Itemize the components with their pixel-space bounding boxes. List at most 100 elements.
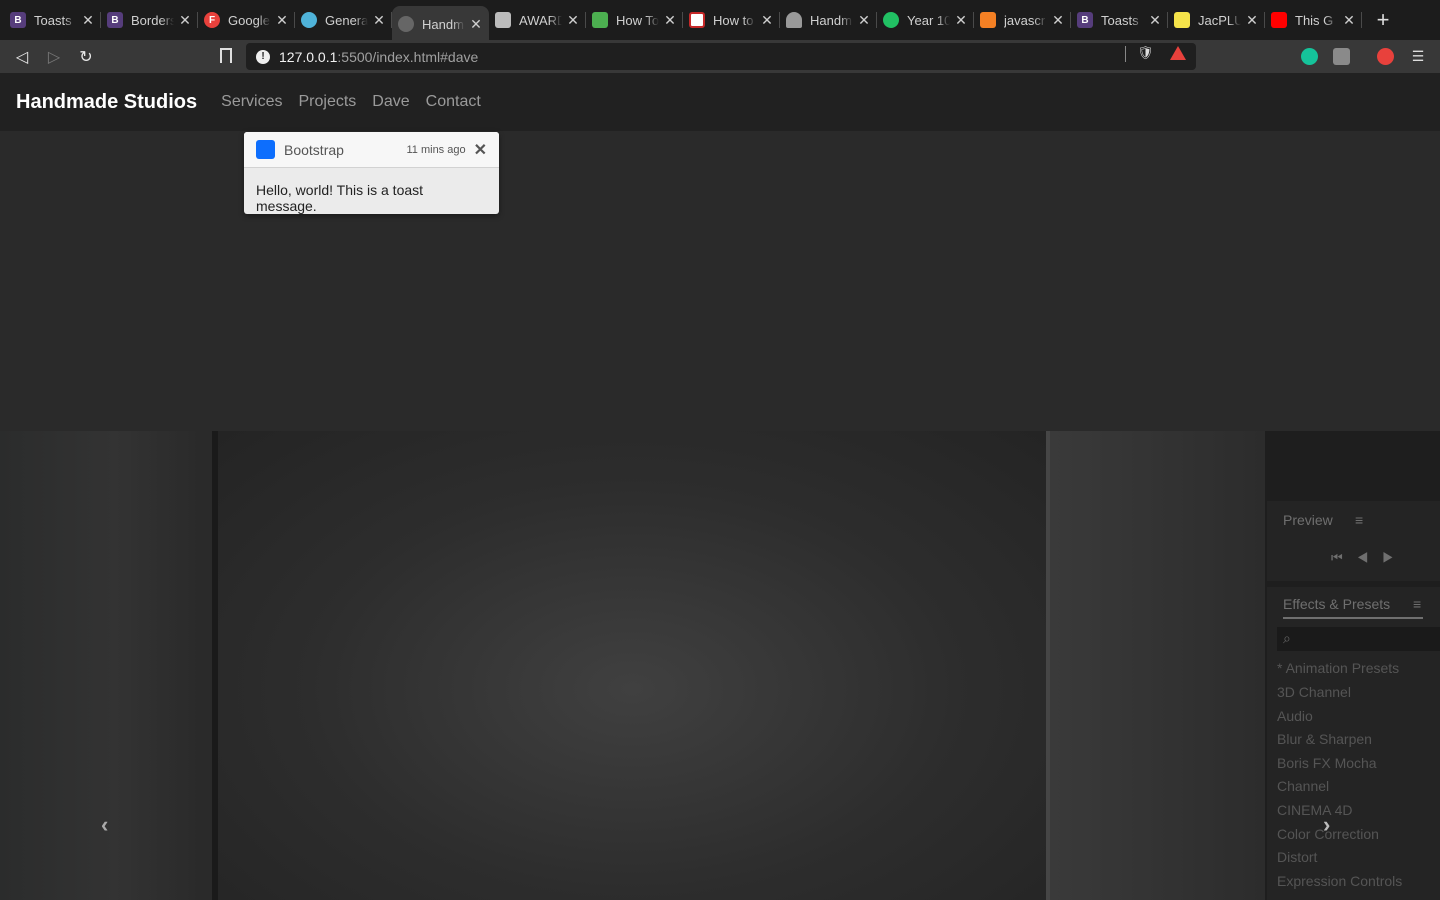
- nav-link-dave[interactable]: Dave: [372, 93, 409, 111]
- background-wall: [1050, 431, 1265, 900]
- carousel-prev-button[interactable]: ‹: [101, 812, 117, 837]
- tab-title: AWARD: [519, 12, 562, 28]
- browser-toolbar: ◁ ▷ ↻ ! 127.0.0.1:5500/index.html#dave 🛡…: [0, 40, 1440, 73]
- close-tab-icon[interactable]: ✕: [1342, 12, 1356, 29]
- close-tab-icon[interactable]: ✕: [1245, 12, 1259, 29]
- tab-title: Borders: [131, 12, 174, 28]
- new-tab-button[interactable]: +: [1368, 5, 1398, 35]
- browser-tab[interactable]: How to ✕: [683, 0, 780, 40]
- site-info-icon[interactable]: !: [256, 49, 270, 64]
- close-tab-icon[interactable]: ✕: [81, 12, 95, 29]
- browser-tab[interactable]: B Toasts ✕: [1071, 0, 1168, 40]
- url-host: 127.0.0.1: [279, 48, 338, 65]
- tab-favicon: [592, 12, 608, 28]
- effects-title: Effects & Presets: [1283, 596, 1423, 619]
- close-tab-icon[interactable]: ✕: [178, 12, 192, 29]
- browser-tab[interactable]: Year 10 ✕: [877, 0, 974, 40]
- extension-icon[interactable]: [1333, 48, 1350, 65]
- reload-icon[interactable]: ↻: [70, 41, 102, 73]
- close-tab-icon[interactable]: ✕: [566, 12, 580, 29]
- carousel-next-button[interactable]: ›: [1323, 812, 1339, 837]
- tab-favicon: [1174, 12, 1190, 28]
- tab-favicon: [1271, 12, 1287, 28]
- effects-list-item: * Animation Presets: [1277, 660, 1400, 676]
- tab-title: How To: [616, 12, 659, 28]
- tab-favicon: B: [107, 12, 123, 28]
- close-tab-icon[interactable]: ✕: [1051, 12, 1065, 29]
- browser-tab[interactable]: B Toasts ✕: [4, 0, 101, 40]
- search-icon: ⌕: [1283, 630, 1291, 646]
- close-tab-icon[interactable]: ✕: [469, 16, 483, 33]
- toast-time: 11 mins ago: [406, 143, 466, 156]
- menu-icon[interactable]: ☰: [1411, 48, 1425, 65]
- tab-favicon: [883, 12, 899, 28]
- tab-title: Toasts: [34, 12, 72, 28]
- brave-rewards-icon[interactable]: [1170, 46, 1186, 60]
- nav-link-contact[interactable]: Contact: [426, 93, 481, 111]
- tab-title: JacPLU: [1198, 12, 1241, 28]
- bookmark-icon[interactable]: [220, 48, 232, 63]
- close-tab-icon[interactable]: ✕: [275, 12, 289, 29]
- browser-tab[interactable]: How To ✕: [586, 0, 683, 40]
- tab-favicon: [980, 12, 996, 28]
- toast-body: Hello, world! This is a toast message.: [256, 182, 424, 214]
- brave-shield-icon[interactable]: 🛡: [1137, 45, 1154, 62]
- tab-favicon: F: [204, 12, 220, 28]
- browser-tab[interactable]: Handm ✕: [780, 0, 877, 40]
- effects-list-item: Audio: [1277, 708, 1313, 724]
- profile-avatar[interactable]: [1377, 48, 1394, 65]
- browser-tab[interactable]: AWARD ✕: [489, 0, 586, 40]
- close-tab-icon[interactable]: ✕: [857, 12, 871, 29]
- tab-title: Genera: [325, 12, 368, 28]
- tab-favicon: [495, 12, 511, 28]
- url-path: :5500/index.html#dave: [337, 48, 479, 65]
- panel-menu-icon: ≡: [1413, 596, 1422, 612]
- close-tab-icon[interactable]: ✕: [760, 12, 774, 29]
- browser-tab[interactable]: javascr ✕: [974, 0, 1071, 40]
- forward-icon[interactable]: ▷: [38, 41, 70, 73]
- playback-controls-icon: ⏮◀▶: [1331, 550, 1408, 565]
- browser-tab[interactable]: Genera ✕: [295, 0, 392, 40]
- toast-square-icon: [256, 140, 275, 159]
- panel-menu-icon: ≡: [1355, 512, 1364, 528]
- tab-favicon: [689, 12, 705, 28]
- browser-tab[interactable]: JacPLU ✕: [1168, 0, 1265, 40]
- browser-tab[interactable]: B Borders ✕: [101, 0, 198, 40]
- tab-title: This G: [1295, 12, 1334, 28]
- tab-title: Handm: [810, 12, 852, 28]
- browser-tab-active[interactable]: Handm ✕: [392, 6, 489, 42]
- close-tab-icon[interactable]: ✕: [954, 12, 968, 29]
- tab-title: Handm: [422, 16, 464, 32]
- address-bar[interactable]: ! 127.0.0.1:5500/index.html#dave: [246, 43, 1196, 70]
- effects-list-item: CINEMA 4D: [1277, 802, 1353, 818]
- toast-title: Bootstrap: [284, 141, 344, 158]
- effects-presets-panel: Effects & Presets ≡ ⌕ * Animation Preset…: [1267, 587, 1440, 900]
- close-tab-icon[interactable]: ✕: [1148, 12, 1162, 29]
- effects-panel-image: Preview ≡ ⏮◀▶ Effects & Presets ≡ ⌕ * An…: [1265, 431, 1440, 900]
- site-navbar: Handmade Studios Services Projects Dave …: [0, 73, 1440, 131]
- nav-link-services[interactable]: Services: [221, 93, 282, 111]
- back-icon[interactable]: ◁: [6, 41, 38, 73]
- tab-title: Year 10: [907, 12, 950, 28]
- tab-title: Google: [228, 12, 270, 28]
- tab-favicon: [301, 12, 317, 28]
- effects-list-item: Channel: [1277, 778, 1330, 794]
- effects-search-field: ⌕: [1277, 627, 1440, 651]
- tab-favicon: B: [1077, 12, 1093, 28]
- nav-link-projects[interactable]: Projects: [299, 93, 357, 111]
- browser-tab-strip: B Toasts ✕ B Borders ✕ F Google ✕ Genera ✕ Hand…: [0, 0, 1440, 42]
- close-tab-icon[interactable]: ✕: [663, 12, 677, 29]
- effects-list-item: Expression Controls: [1277, 873, 1403, 889]
- tab-title: javascr: [1004, 12, 1046, 28]
- tab-title: How to: [713, 12, 754, 28]
- browser-tab[interactable]: F Google ✕: [198, 0, 295, 40]
- monitor-screen: [218, 431, 1046, 900]
- tab-title: Toasts: [1101, 12, 1139, 28]
- brand-logo[interactable]: Handmade Studios: [16, 91, 197, 114]
- tab-favicon: [398, 16, 414, 32]
- effects-list-item: Boris FX Mocha: [1277, 755, 1377, 771]
- grammarly-extension-icon[interactable]: [1301, 48, 1318, 65]
- close-tab-icon[interactable]: ✕: [372, 12, 386, 29]
- close-icon[interactable]: ✕: [474, 140, 487, 160]
- browser-tab[interactable]: This G ✕: [1265, 0, 1362, 40]
